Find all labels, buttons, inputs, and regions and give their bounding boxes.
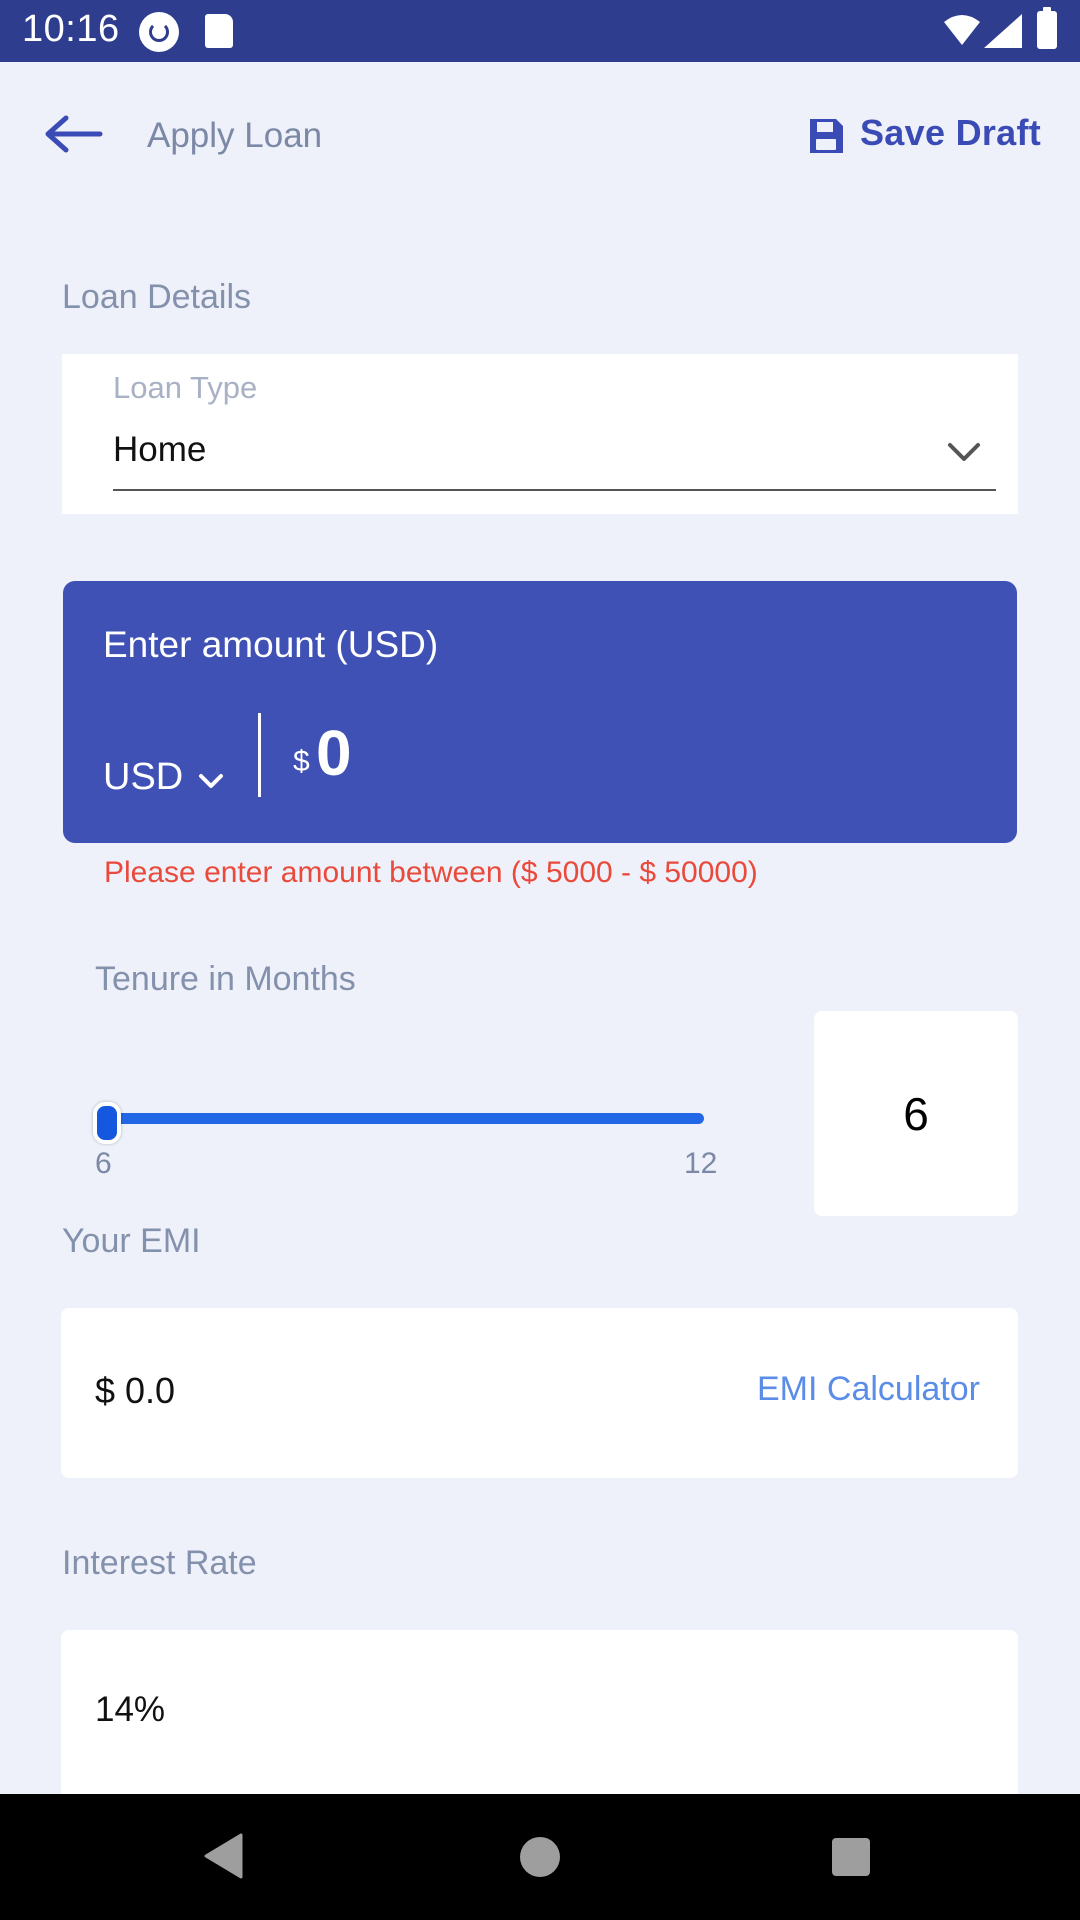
amount-title: Enter amount (USD) [103,624,439,665]
tenure-value-box[interactable]: 6 [814,1011,1018,1216]
amount-error-message: Please enter amount between ($ 5000 - $ … [104,856,758,889]
nav-recents-icon[interactable] [832,1838,870,1876]
amount-card [63,581,1017,843]
page-title: Apply Loan [147,116,323,155]
wifi-icon [944,15,980,45]
battery-icon [1037,7,1057,49]
interest-rate-heading: Interest Rate [62,1544,257,1582]
nav-home-icon[interactable] [520,1837,560,1877]
currency-selector[interactable]: USD [103,756,183,799]
amount-divider [258,713,261,797]
sync-icon [139,12,179,52]
loan-type-caption: Loan Type [113,370,258,405]
emi-value: $ 0.0 [95,1370,176,1411]
tenure-heading: Tenure in Months [95,960,356,998]
slider-min-label: 6 [95,1147,112,1180]
nav-back-icon[interactable] [203,1833,243,1879]
emi-calculator-link[interactable]: EMI Calculator [757,1370,980,1409]
amount-input[interactable]: 0 [316,716,352,790]
emi-heading: Your EMI [62,1222,201,1260]
currency-symbol: $ [293,745,310,778]
save-draft-button[interactable]: Save Draft [860,112,1041,154]
save-icon[interactable] [806,116,846,156]
chevron-down-icon[interactable] [946,440,982,464]
chevron-down-icon[interactable] [197,772,225,792]
status-time: 10:16 [22,8,120,50]
tenure-slider-thumb[interactable] [93,1102,121,1144]
loan-type-underline [113,489,996,491]
slider-max-label: 12 [684,1147,718,1180]
sd-card-icon [205,14,233,48]
loan-details-heading: Loan Details [62,278,252,316]
back-arrow-icon[interactable] [44,114,104,154]
loan-type-selected-value[interactable]: Home [113,430,206,470]
tenure-slider-track[interactable] [102,1113,704,1124]
interest-rate-value: 14% [95,1690,166,1729]
signal-icon [984,14,1022,48]
